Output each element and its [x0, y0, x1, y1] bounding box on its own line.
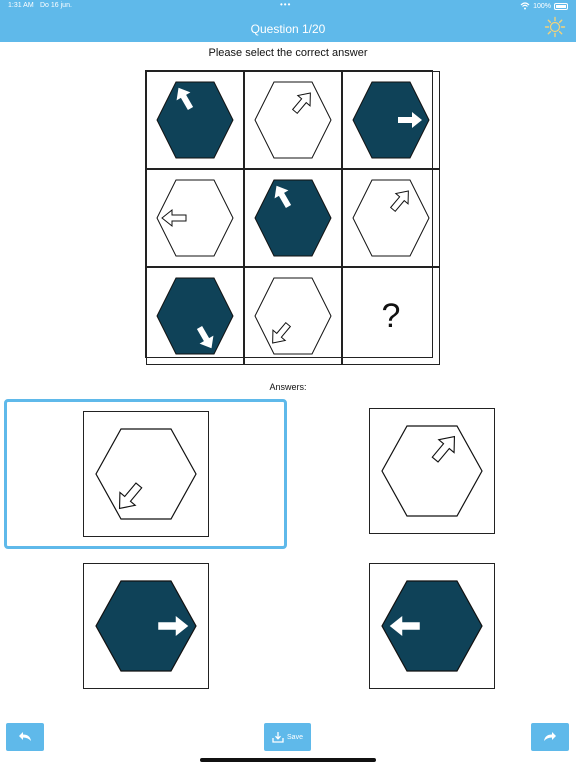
filled-hexagon-right-arrow-icon — [352, 81, 430, 159]
filled-hexagon-left-arrow-icon — [381, 580, 483, 672]
home-indicator[interactable] — [200, 758, 376, 762]
question-mark: ? — [381, 296, 401, 335]
grid-cell-1 — [146, 71, 244, 169]
answer-option-1-box[interactable] — [82, 411, 209, 537]
filled-hexagon-up-left-arrow-icon — [254, 179, 332, 257]
save-icon — [272, 732, 284, 743]
answer-option-2-box[interactable] — [369, 408, 495, 534]
answer-option-1[interactable] — [4, 399, 287, 549]
answer-option-4-box[interactable] — [369, 563, 495, 689]
filled-hexagon-up-left-arrow-icon — [156, 81, 234, 159]
outline-hexagon-down-left-arrow-icon — [254, 277, 332, 355]
back-arrow-icon — [19, 732, 31, 741]
status-date: Do 16 jun. — [40, 2, 72, 9]
puzzle-grid: ? — [145, 70, 440, 365]
settings-icon[interactable] — [544, 16, 566, 38]
answer-option-3[interactable] — [83, 563, 209, 689]
battery-icon — [554, 2, 568, 10]
instruction-text: Please select the correct answer — [208, 47, 368, 59]
outline-hexagon-left-arrow-icon — [156, 179, 234, 257]
outline-hexagon-up-right-arrow-icon — [254, 81, 332, 159]
grid-cell-9: ? — [342, 267, 440, 365]
grid-cell-5 — [244, 169, 342, 267]
save-label: Save — [287, 733, 303, 741]
grid-cell-7 — [146, 267, 244, 365]
back-button[interactable] — [6, 723, 44, 751]
wifi-icon — [520, 2, 530, 10]
filled-hexagon-down-right-arrow-icon — [156, 277, 234, 355]
multitask-dots[interactable]: ••• — [280, 0, 291, 9]
app-root: 1:31 AM Do 16 jun. ••• 100% Question 1/2… — [0, 0, 576, 768]
grid-cell-6 — [342, 169, 440, 267]
filled-hexagon-right-arrow-icon — [95, 580, 197, 672]
answers-label: Answers: — [269, 382, 307, 392]
forward-arrow-icon — [544, 732, 556, 741]
outline-hexagon-down-left-arrow-icon — [94, 428, 197, 520]
status-time: 1:31 AM — [8, 2, 34, 9]
answer-option-2[interactable] — [369, 408, 495, 534]
status-right: 100% — [520, 2, 568, 10]
save-button[interactable]: Save — [264, 723, 311, 751]
grid-cell-8 — [244, 267, 342, 365]
header-bar: 1:31 AM Do 16 jun. ••• 100% Question 1/2… — [0, 0, 576, 42]
grid-cell-3 — [342, 71, 440, 169]
outline-hexagon-up-right-arrow-icon — [352, 179, 430, 257]
grid-cell-4 — [146, 169, 244, 267]
battery-percent: 100% — [533, 2, 551, 10]
page-title: Question 1/20 — [250, 22, 326, 36]
answer-option-4[interactable] — [369, 563, 495, 689]
outline-hexagon-up-right-arrow-icon — [381, 425, 483, 517]
grid-cell-2 — [244, 71, 342, 169]
answer-option-3-box[interactable] — [83, 563, 209, 689]
forward-button[interactable] — [531, 723, 569, 751]
